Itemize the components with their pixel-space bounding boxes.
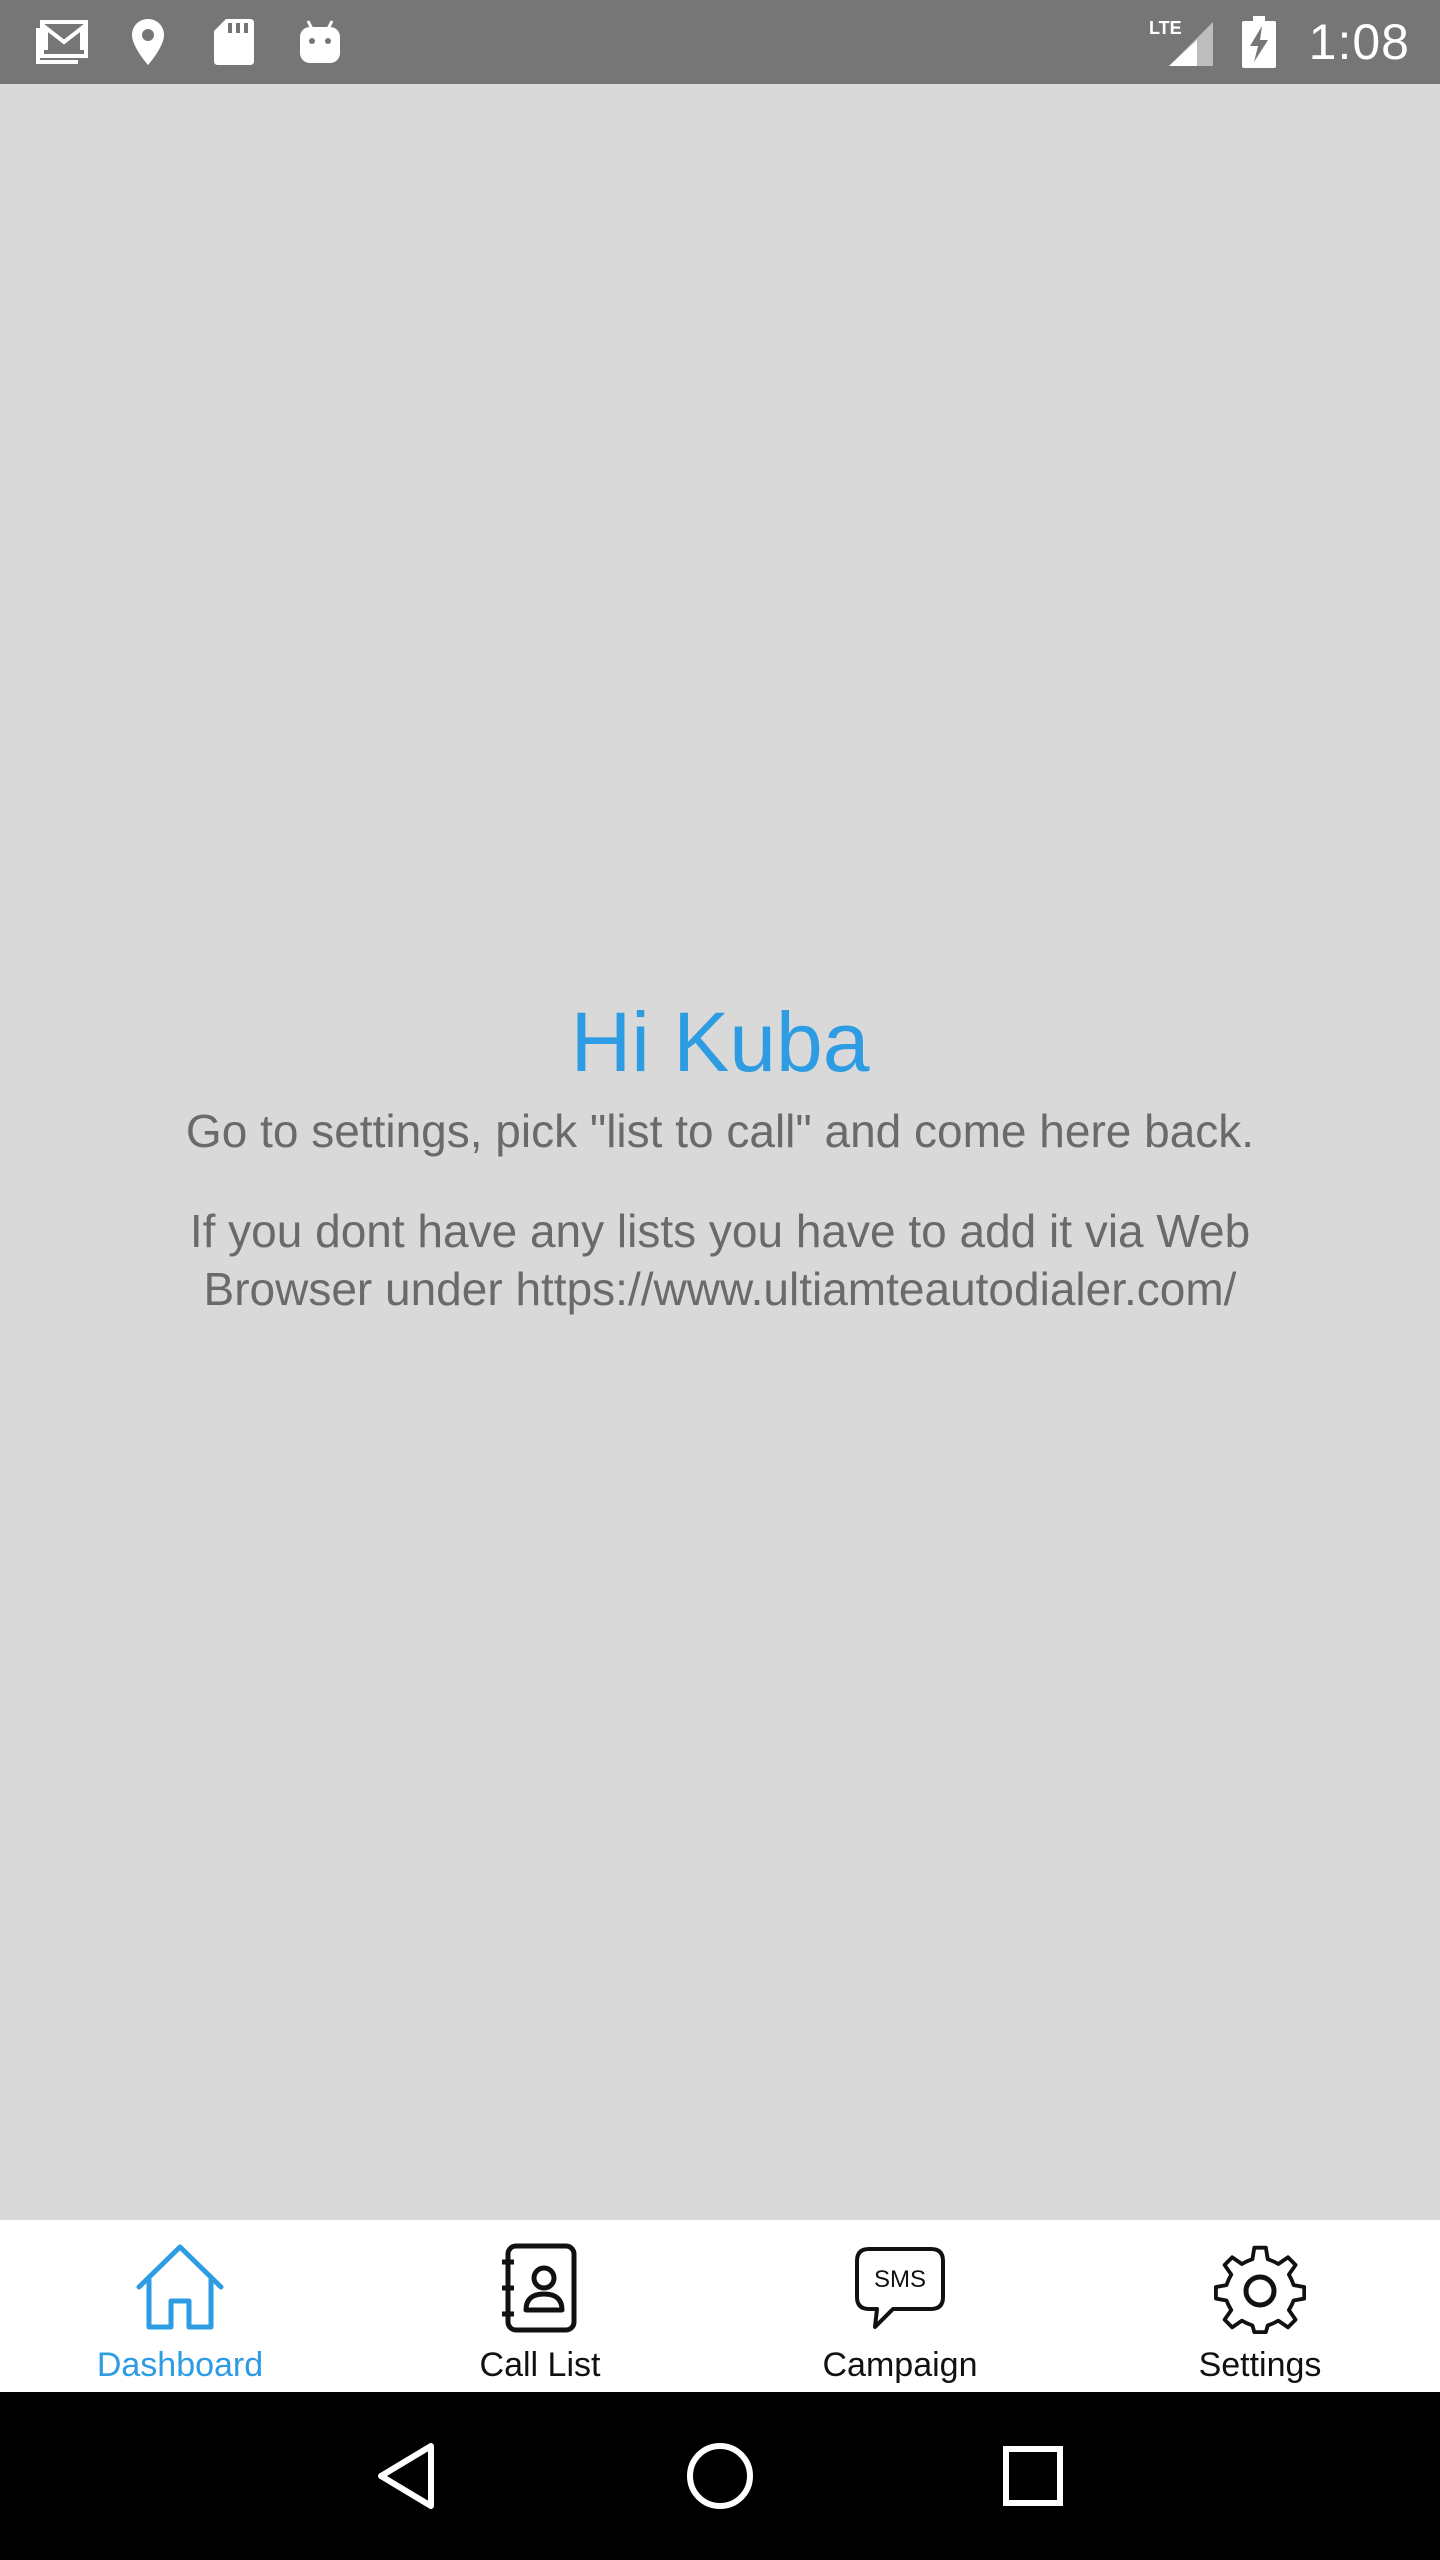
nav-call-list[interactable]: Call List xyxy=(360,2220,720,2392)
bottom-navigation: Dashboard Call List SMS Campaign Setting… xyxy=(0,2220,1440,2392)
recents-icon[interactable] xyxy=(988,2431,1078,2521)
nav-label-campaign: Campaign xyxy=(822,2346,978,2384)
sd-card-icon xyxy=(208,16,260,68)
status-bar: LTE 1:08 xyxy=(0,0,1440,84)
sms-bubble-icon: SMS xyxy=(850,2238,950,2338)
home-circle-icon[interactable] xyxy=(675,2431,765,2521)
gmail-icon xyxy=(36,16,88,68)
nav-settings[interactable]: Settings xyxy=(1080,2220,1440,2392)
svg-text:LTE: LTE xyxy=(1149,18,1182,38)
gear-icon xyxy=(1210,2238,1310,2338)
nav-campaign[interactable]: SMS Campaign xyxy=(720,2220,1080,2392)
nav-label-call-list: Call List xyxy=(479,2346,601,2384)
nav-dashboard[interactable]: Dashboard xyxy=(0,2220,360,2392)
nav-label-dashboard: Dashboard xyxy=(96,2346,264,2384)
status-clock: 1:08 xyxy=(1308,14,1410,70)
system-status-icons: LTE 1:08 xyxy=(1149,13,1410,71)
back-icon[interactable] xyxy=(362,2431,452,2521)
home-icon xyxy=(130,2238,230,2338)
dashboard-content: Hi Kuba Go to settings, pick "list to ca… xyxy=(0,84,1440,2220)
android-icon xyxy=(294,16,346,68)
greeting-title: Hi Kuba xyxy=(570,995,870,1089)
system-navigation-bar xyxy=(0,2392,1440,2560)
lte-signal-icon: LTE xyxy=(1149,16,1219,68)
notification-icons xyxy=(36,16,346,68)
location-icon xyxy=(122,16,174,68)
info-text: If you dont have any lists you have to a… xyxy=(189,1205,1251,1315)
contacts-book-icon xyxy=(490,2238,590,2338)
battery-charging-icon xyxy=(1239,16,1279,68)
instruction-text: Go to settings, pick "list to call" and … xyxy=(185,1105,1255,1157)
sms-text: SMS xyxy=(874,2266,926,2293)
nav-label-settings: Settings xyxy=(1198,2346,1322,2384)
